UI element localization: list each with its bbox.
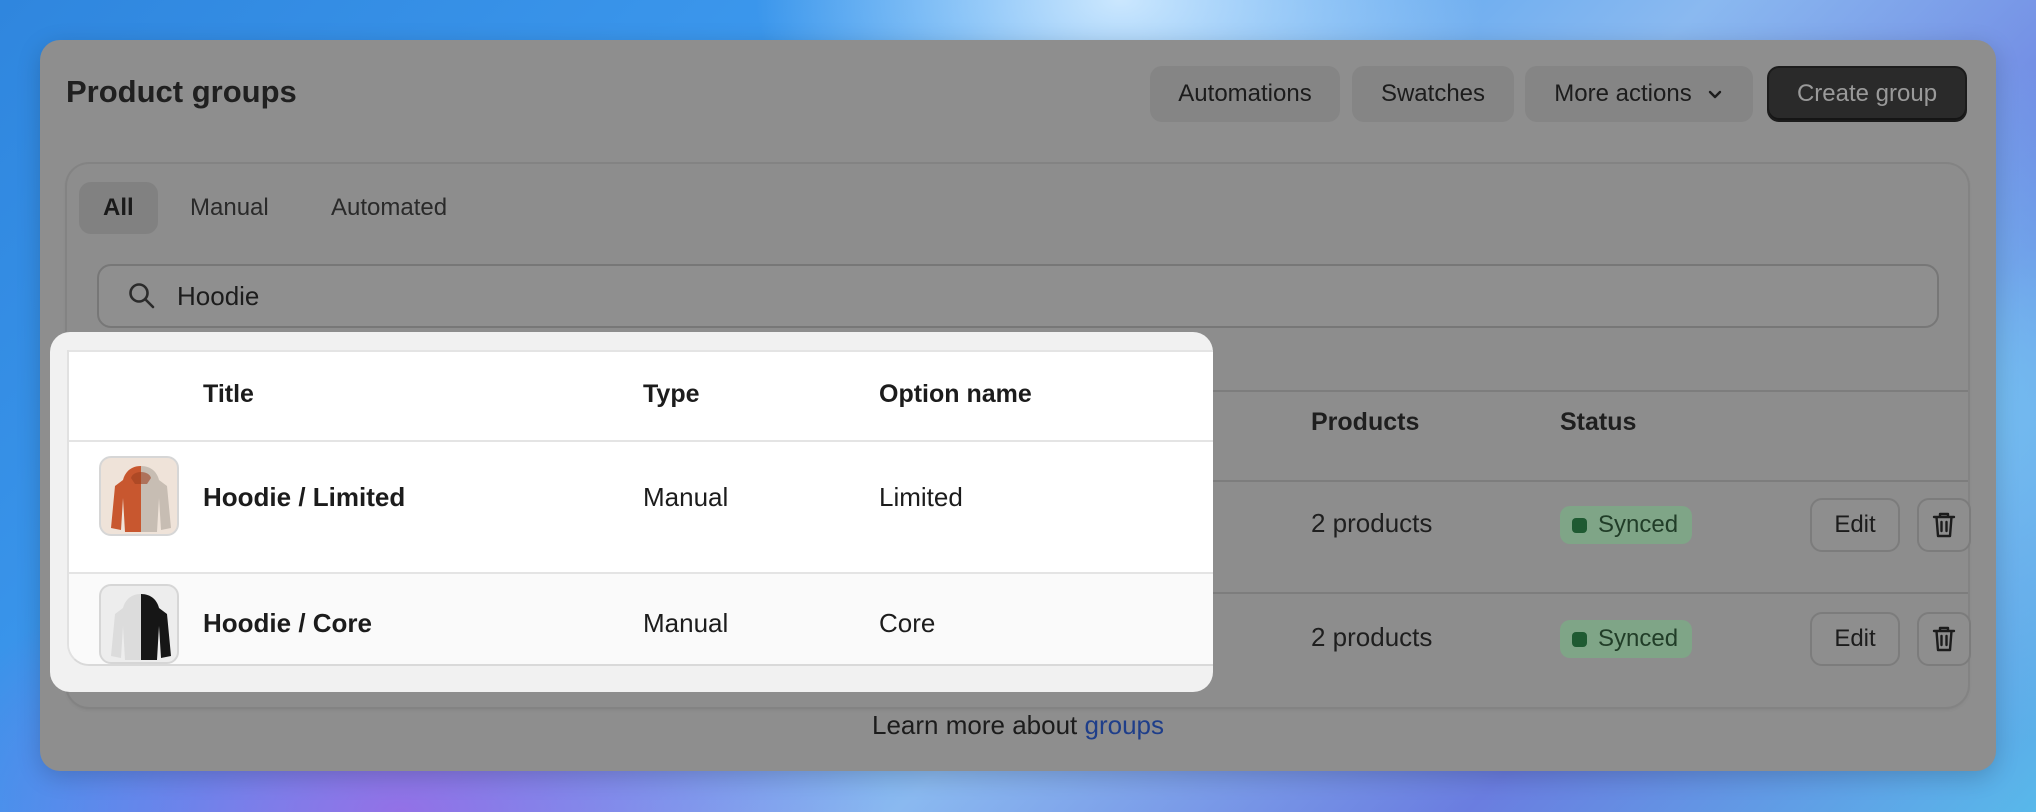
row-title[interactable]: Hoodie / Core <box>203 608 372 639</box>
column-header-status: Status <box>1560 408 1637 436</box>
delete-button[interactable] <box>1917 498 1971 552</box>
more-actions-button[interactable]: More actions <box>1525 66 1753 122</box>
column-header-type: Type <box>643 380 700 408</box>
row-type: Manual <box>643 482 729 512</box>
orange-beige-hoodie-image <box>111 466 171 532</box>
edit-button[interactable]: Edit <box>1810 498 1900 552</box>
column-header-title: Title <box>203 380 254 408</box>
groups-link[interactable]: groups <box>1084 710 1164 740</box>
delete-button[interactable] <box>1917 612 1971 666</box>
row-type: Manual <box>643 608 729 638</box>
row-option-name: Limited <box>879 482 963 512</box>
table-row[interactable]: Hoodie / Core Manual Core <box>69 572 1213 664</box>
table-divider <box>69 440 1213 442</box>
search-value: Hoodie <box>177 280 260 311</box>
swatches-button[interactable]: Swatches <box>1352 66 1514 122</box>
footer-text: Learn more about <box>872 710 1085 740</box>
column-header-products: Products <box>1311 408 1420 436</box>
products-count: 2 products <box>1311 622 1433 652</box>
page-title: Product groups <box>66 74 297 109</box>
white-black-hoodie-image <box>111 594 171 660</box>
footer-help: Learn more about groups <box>40 710 1996 741</box>
tab-manual[interactable]: Manual <box>166 182 293 234</box>
column-header-option-name: Option name <box>879 380 1032 408</box>
chevron-down-icon <box>1708 90 1721 99</box>
products-count: 2 products <box>1311 508 1433 538</box>
create-group-button[interactable]: Create group <box>1767 66 1967 122</box>
product-thumbnail <box>99 584 179 664</box>
table-divider <box>69 350 1213 352</box>
trash-icon <box>1932 626 1956 652</box>
status-badge: Synced <box>1560 620 1693 658</box>
search-input[interactable]: Hoodie <box>97 264 1939 328</box>
trash-icon <box>1932 512 1956 538</box>
more-actions-label: More actions <box>1554 80 1692 107</box>
highlighted-table: Title Type Option name Hoodie / Limited … <box>67 350 1213 666</box>
search-icon <box>129 283 155 309</box>
spotlight-highlight: Title Type Option name Hoodie / Limited … <box>50 332 1213 692</box>
product-thumbnail <box>99 456 179 536</box>
automations-button[interactable]: Automations <box>1150 66 1340 122</box>
row-title[interactable]: Hoodie / Limited <box>203 482 405 513</box>
status-badge: Synced <box>1560 506 1693 544</box>
tab-automated[interactable]: Automated <box>307 182 471 234</box>
row-option-name: Core <box>879 608 936 638</box>
table-divider <box>69 572 1213 574</box>
edit-button[interactable]: Edit <box>1810 612 1900 666</box>
tab-all[interactable]: All <box>79 182 158 234</box>
